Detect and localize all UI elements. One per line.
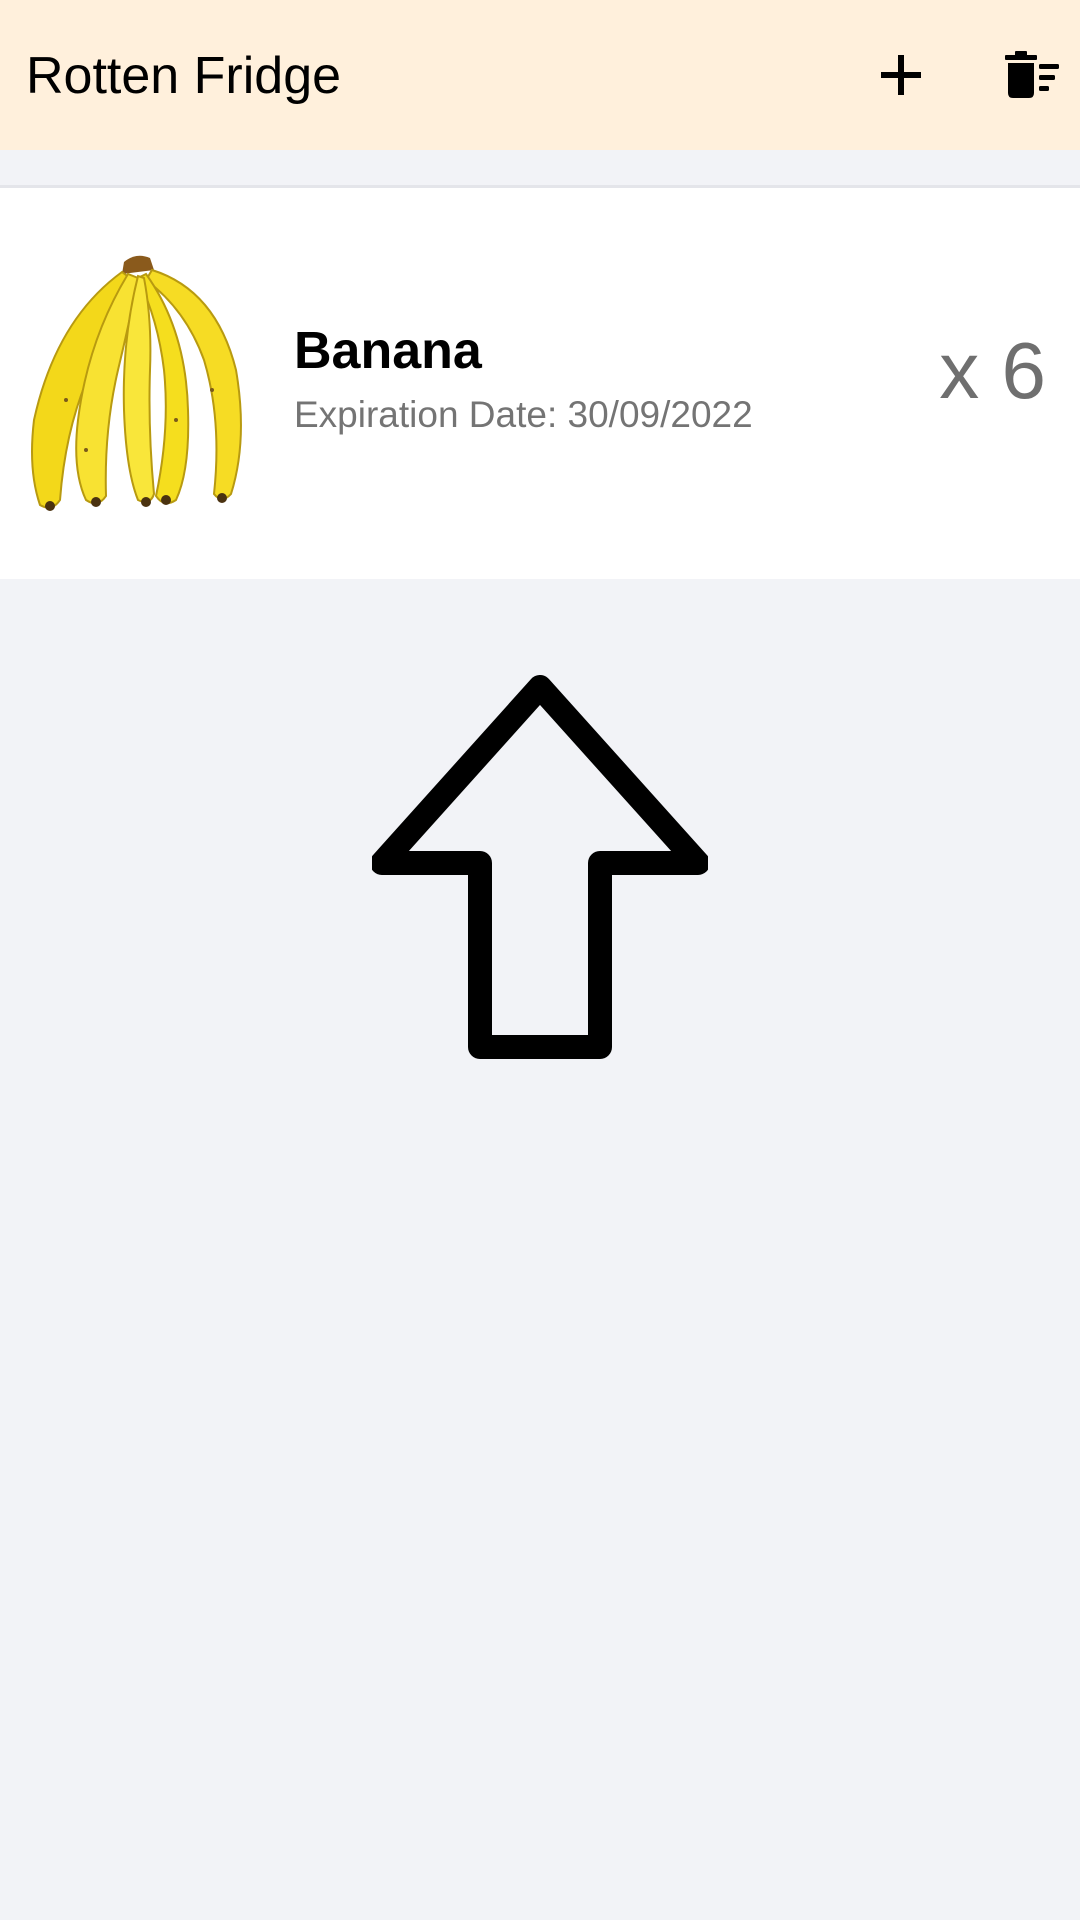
up-arrow-icon (372, 675, 708, 1059)
clear-items-button[interactable] (992, 40, 1072, 110)
app-bar: Rotten Fridge (0, 0, 1080, 150)
app-title: Rotten Fridge (26, 47, 342, 105)
plus-icon (881, 55, 921, 95)
banana-image (31, 255, 242, 511)
delete-sweep-icon (1005, 51, 1059, 98)
item-quantity: x 6 (939, 326, 1046, 415)
item-name: Banana (294, 322, 482, 380)
add-item-button[interactable] (861, 40, 941, 110)
list-item[interactable]: Banana Expiration Date: 30/09/2022 x 6 (0, 188, 1080, 579)
item-expiration-date: Expiration Date: 30/09/2022 (294, 394, 753, 435)
